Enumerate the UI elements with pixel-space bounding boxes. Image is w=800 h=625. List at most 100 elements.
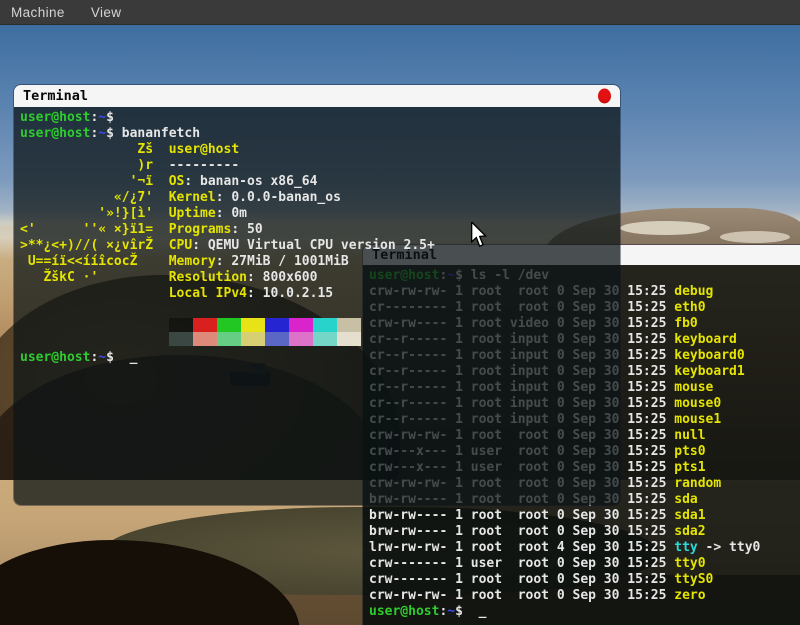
text-segment: : xyxy=(192,238,208,253)
terminal-line: user@host:~$ _ xyxy=(369,604,800,620)
text-segment: $ xyxy=(106,126,122,141)
file-meta: crw------- 1 root root 0 Sep 30 15:25 xyxy=(369,572,674,587)
terminal-line: <' ''« ×}ï1= Programs: 50 xyxy=(20,222,614,238)
terminal-line xyxy=(20,302,614,318)
file-name: mouse1 xyxy=(674,412,721,427)
palette-swatch xyxy=(313,318,337,332)
file-meta: brw-rw---- 1 root root 0 Sep 30 15:25 xyxy=(369,524,674,539)
text-cursor: _ xyxy=(122,350,138,365)
file-name: null xyxy=(674,428,705,443)
file-name: fb0 xyxy=(674,316,697,331)
menu-view[interactable]: View xyxy=(91,5,122,20)
file-name: mouse xyxy=(674,380,713,395)
terminal-line: ŽškC ·' Resolution: 800x600 xyxy=(20,270,614,286)
fetch-label: OS xyxy=(169,174,185,189)
mountain-highlight xyxy=(620,221,710,235)
mountain-highlight xyxy=(720,231,790,243)
fetch-value: 27MiB / 1001MiB xyxy=(231,254,348,269)
text-segment: $ xyxy=(106,350,122,365)
fetch-label: Uptime xyxy=(169,206,216,221)
file-meta: brw-rw---- 1 root root 0 Sep 30 15:25 xyxy=(369,508,674,523)
text-segment: : xyxy=(216,254,232,269)
menu-machine[interactable]: Machine xyxy=(11,5,65,20)
file-name: zero xyxy=(674,588,705,603)
fetch-value: 0.0.0-banan_os xyxy=(231,190,341,205)
text-segment: : xyxy=(216,190,232,205)
file-name: keyboard1 xyxy=(674,364,744,379)
terminal1-titlebar[interactable]: Terminal xyxy=(14,85,620,107)
fetch-label: Kernel xyxy=(169,190,216,205)
fetch-value: 10.0.2.15 xyxy=(263,286,333,301)
file-meta: crw------- 1 user root 0 Sep 30 15:25 xyxy=(369,556,674,571)
fetch-label: Local IPv4 xyxy=(169,286,247,301)
fetch-ascii-art: )r xyxy=(20,158,169,173)
fetch-ascii-art: <' ''« ×}ï1= xyxy=(20,222,169,237)
file-name: tty xyxy=(674,540,697,555)
palette-swatch xyxy=(241,332,265,346)
terminal-line: lrw-rw-rw- 1 root root 4 Sep 30 15:25 tt… xyxy=(369,540,800,556)
file-name: pts0 xyxy=(674,444,705,459)
terminal-line: crw-rw-rw- 1 root root 0 Sep 30 15:25 ze… xyxy=(369,588,800,604)
file-meta: crw-rw-rw- 1 root root 0 Sep 30 15:25 xyxy=(369,588,674,603)
terminal-line: Local IPv4: 10.0.2.15 xyxy=(20,286,614,302)
fetch-ascii-art: '»!}[ì' xyxy=(20,206,169,221)
fetch-value: QEMU Virtual CPU version 2.5+ xyxy=(208,238,435,253)
file-name: eth0 xyxy=(674,300,705,315)
terminal-line: )r --------- xyxy=(20,158,614,174)
prompt-path: ~ xyxy=(98,126,106,141)
terminal-line: U==íï<<ííîcocŽ Memory: 27MiB / 1001MiB xyxy=(20,254,614,270)
prompt-path: ~ xyxy=(98,350,106,365)
prompt-user: user@host xyxy=(369,604,439,619)
text-segment: $ xyxy=(455,604,471,619)
terminal-line: «/¿7' Kernel: 0.0.0-banan_os xyxy=(20,190,614,206)
text-segment: : xyxy=(247,286,263,301)
prompt-path: ~ xyxy=(98,110,106,125)
file-name: pts1 xyxy=(674,460,705,475)
fetch-ascii-art: «/¿7' xyxy=(20,190,169,205)
prompt-user: user@host xyxy=(20,110,90,125)
text-segment xyxy=(20,302,28,317)
file-name: sda xyxy=(674,492,697,507)
prompt-user: user@host xyxy=(20,350,90,365)
text-segment: : xyxy=(184,174,200,189)
terminal-line: Zš user@host xyxy=(20,142,614,158)
file-name: ttyS0 xyxy=(674,572,713,587)
prompt-user: user@host xyxy=(20,126,90,141)
terminal-line: user@host:~$ xyxy=(20,110,614,126)
file-meta: lrw-rw-rw- 1 root root 4 Sep 30 15:25 xyxy=(369,540,674,555)
terminal-line: user@host:~$ _ xyxy=(20,350,614,366)
file-name: tty0 xyxy=(674,556,705,571)
fetch-ascii-art: ŽškC ·' xyxy=(20,270,169,285)
palette-swatch xyxy=(337,332,361,346)
command-text: bananfetch xyxy=(122,126,200,141)
terminal-window-fetch[interactable]: Terminal user@host:~$ user@host:~$ banan… xyxy=(14,85,620,505)
mouse-cursor-icon xyxy=(470,222,487,248)
terminal-line: '¬ï OS: banan-os x86_64 xyxy=(20,174,614,190)
terminal1-title: Terminal xyxy=(23,88,88,104)
fetch-value: 0m xyxy=(231,206,247,221)
terminal1-content[interactable]: user@host:~$ user@host:~$ bananfetch Zš … xyxy=(14,107,620,505)
text-cursor: _ xyxy=(471,604,487,619)
fetch-value: 800x600 xyxy=(263,270,318,285)
palette-swatch xyxy=(337,318,361,332)
terminal-line: brw-rw---- 1 root root 0 Sep 30 15:25 sd… xyxy=(369,524,800,540)
close-button[interactable] xyxy=(598,89,611,104)
file-name: debug xyxy=(674,284,713,299)
fetch-label: Resolution xyxy=(169,270,247,285)
fetch-host: user@host xyxy=(169,142,239,157)
file-name: mouse0 xyxy=(674,396,721,411)
palette-swatch xyxy=(169,318,193,332)
color-palette-row xyxy=(169,332,614,346)
vm-menubar: Machine View xyxy=(0,0,800,25)
fetch-separator: --------- xyxy=(169,158,239,173)
fetch-ascii-art xyxy=(20,286,169,301)
palette-swatch xyxy=(289,332,313,346)
prompt-path: ~ xyxy=(447,604,455,619)
palette-swatch xyxy=(217,318,241,332)
terminal-line: crw------- 1 user root 0 Sep 30 15:25 tt… xyxy=(369,556,800,572)
text-segment: : xyxy=(247,270,263,285)
file-name: keyboard0 xyxy=(674,348,744,363)
palette-swatch xyxy=(289,318,313,332)
terminal-line: brw-rw---- 1 root root 0 Sep 30 15:25 sd… xyxy=(369,508,800,524)
text-segment: $ xyxy=(106,110,122,125)
